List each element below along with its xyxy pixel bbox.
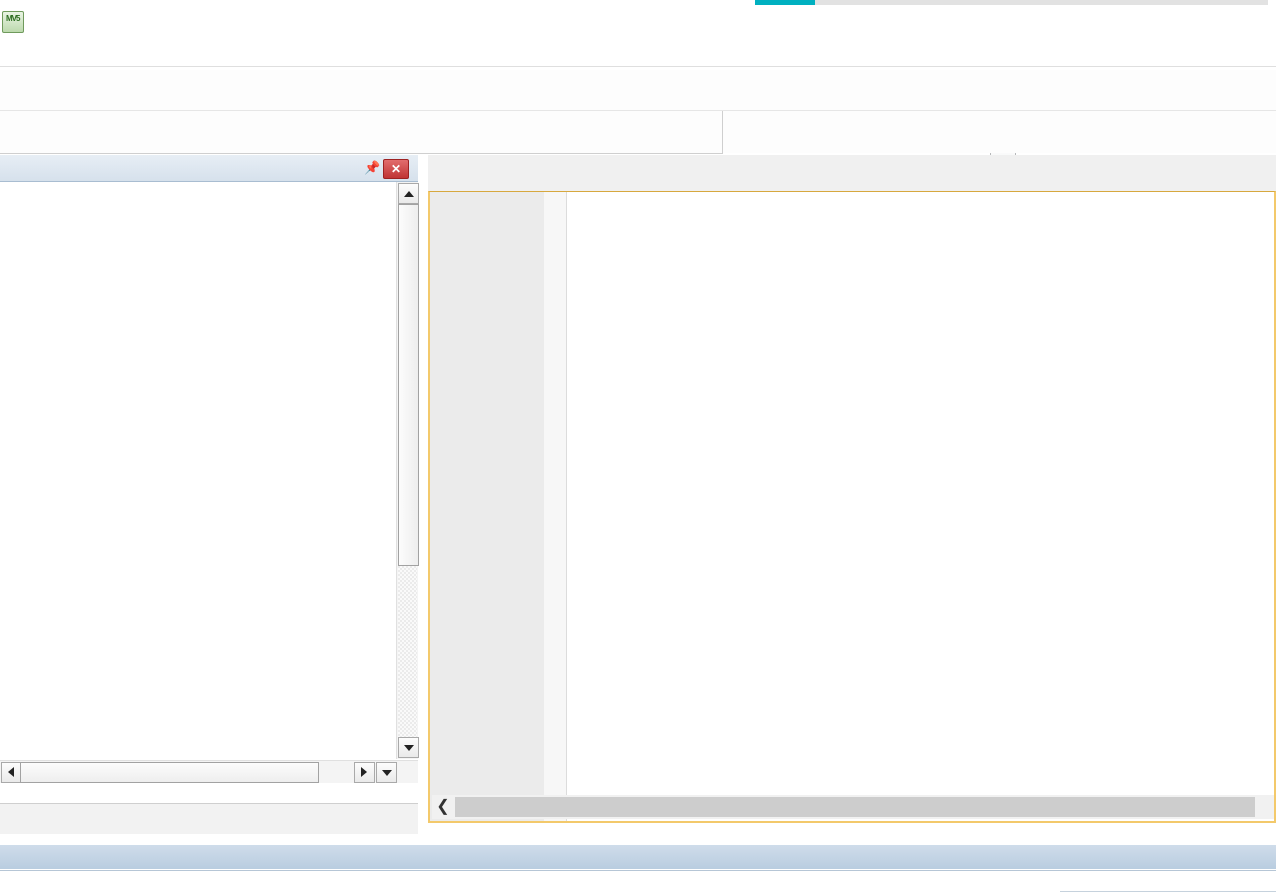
menu-bar [0,38,1276,66]
scroll-right-button[interactable] [354,762,375,783]
scroll-down-button[interactable] [398,737,419,758]
project-tree-hscrollbar[interactable] [0,760,418,783]
title-bar: MV5 [0,5,1276,38]
code-view[interactable]: ❮ [428,191,1276,823]
build-output-panel [0,845,1276,896]
build-output-header [0,845,1276,869]
build-output-body[interactable] [0,870,1276,896]
build-toolbar [0,111,1276,257]
build-toolbar-group [0,111,723,154]
pin-icon[interactable]: 📌 [364,160,380,176]
editor-tabstrip [428,155,1276,191]
editor-hscrollbar[interactable]: ❮ [432,795,1274,819]
scroll-left-button[interactable] [1,762,22,783]
hscroll-dropdown-button[interactable] [376,762,397,783]
main-toolbar [0,70,1276,174]
watermark-line [1060,891,1276,892]
editor-scroll-left-button[interactable]: ❮ [432,795,454,819]
uvision-window: MV5 📌 ✕ ❮ [0,0,1276,896]
close-icon[interactable]: ✕ [383,159,409,179]
vscroll-thumb[interactable] [398,204,419,566]
uvision-logo-icon: MV5 [2,11,24,33]
project-panel-tabs [0,803,418,834]
project-tree-vscrollbar[interactable] [396,182,419,759]
scroll-up-button[interactable] [398,183,419,204]
project-panel-header: 📌 ✕ [0,155,418,182]
vscroll-track[interactable] [398,566,417,737]
project-panel: 📌 ✕ [0,155,419,800]
code-text[interactable] [430,192,1274,788]
editor-hscroll-thumb[interactable] [455,797,1255,817]
editor-area: ❮ [428,155,1276,823]
project-tree[interactable] [0,182,398,759]
menu-separator [0,66,1276,67]
hscroll-thumb[interactable] [20,762,319,783]
